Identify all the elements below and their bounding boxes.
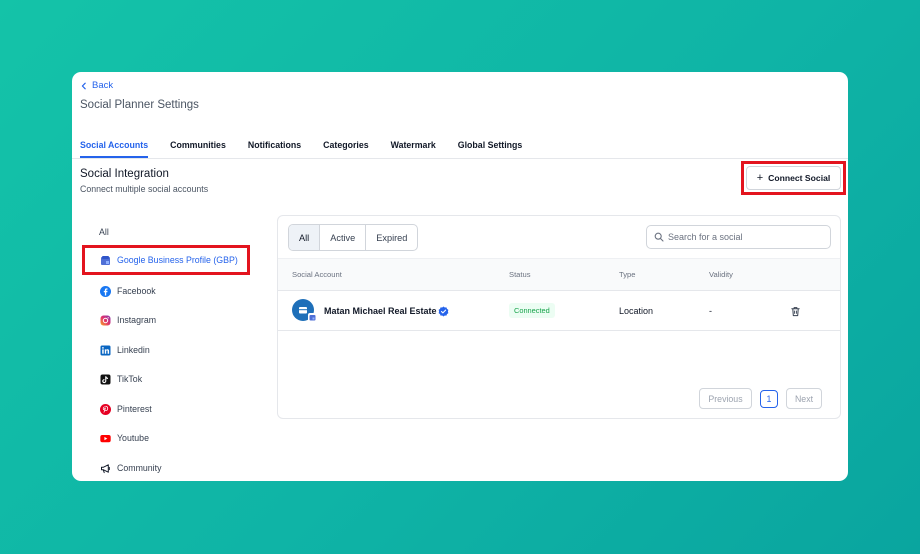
plus-icon: + — [756, 171, 764, 184]
account-validity: - — [709, 306, 712, 316]
page-title: Social Planner Settings — [80, 99, 199, 111]
account-type: Location — [619, 306, 654, 316]
filter-expired[interactable]: Expired — [366, 225, 417, 250]
tabs-divider — [72, 158, 848, 159]
sidebar-item-label: Linkedin — [117, 345, 150, 355]
trash-icon[interactable] — [790, 304, 801, 322]
search-icon — [654, 232, 664, 242]
megaphone-icon — [100, 463, 111, 474]
search-box — [646, 225, 831, 249]
settings-tabs: Social Accounts Communities Notification… — [80, 140, 544, 158]
connect-social-label: Connect Social — [768, 173, 831, 183]
sidebar-item-youtube[interactable]: Youtube — [100, 428, 149, 448]
accounts-panel: All Active Expired Social Account Status… — [277, 215, 841, 419]
table-row: Matan Michael Real Estate Connected Loca… — [278, 291, 840, 331]
col-type: Type — [619, 270, 636, 279]
tab-communities[interactable]: Communities — [170, 140, 226, 158]
sidebar-item-all[interactable]: All — [99, 222, 109, 242]
sidebar-item-pinterest[interactable]: Pinterest — [100, 399, 152, 419]
col-social-account: Social Account — [292, 270, 342, 279]
search-input[interactable] — [668, 232, 828, 242]
pinterest-icon — [100, 403, 111, 415]
section-title: Social Integration — [80, 168, 169, 180]
col-validity: Validity — [709, 270, 733, 279]
back-link[interactable]: Back — [80, 80, 113, 91]
facebook-icon — [100, 285, 111, 297]
tab-social-accounts[interactable]: Social Accounts — [80, 140, 149, 158]
col-status: Status — [509, 270, 531, 279]
chevron-left-icon — [81, 82, 86, 89]
account-name: Matan Michael Real Estate — [324, 306, 437, 316]
gbp-highlight: Google Business Profile (GBP) — [82, 245, 250, 275]
status-filter: All Active Expired — [288, 224, 419, 251]
tab-watermark[interactable]: Watermark — [391, 140, 436, 158]
connect-social-button[interactable]: + Connect Social — [746, 166, 841, 190]
connect-social-highlight: + Connect Social — [741, 161, 846, 195]
sidebar-item-facebook[interactable]: Facebook — [100, 281, 156, 301]
tab-global-settings[interactable]: Global Settings — [458, 140, 523, 158]
sidebar-item-label: TikTok — [117, 374, 143, 384]
gbp-badge-icon — [308, 313, 317, 322]
sidebar-item-community[interactable]: Community — [100, 458, 161, 478]
sidebar-item-tiktok[interactable]: TikTok — [100, 369, 142, 389]
page-number-button[interactable]: 1 — [760, 390, 778, 408]
section-subtitle: Connect multiple social accounts — [80, 184, 209, 194]
table-header: Social Account Status Type Validity — [278, 258, 840, 291]
filter-active[interactable]: Active — [320, 225, 367, 250]
tiktok-icon — [100, 374, 111, 385]
filter-all[interactable]: All — [289, 225, 321, 250]
tab-notifications[interactable]: Notifications — [248, 140, 301, 158]
back-label: Back — [92, 80, 114, 91]
verified-icon — [438, 304, 449, 322]
sidebar-item-label: Community — [117, 463, 162, 473]
linkedin-icon — [100, 345, 111, 356]
youtube-icon — [100, 433, 111, 444]
tab-categories[interactable]: Categories — [323, 140, 368, 158]
next-button[interactable]: Next — [786, 388, 822, 409]
sidebar-item-label: Facebook — [117, 286, 156, 296]
sidebar-item-instagram[interactable]: Instagram — [100, 310, 156, 330]
status-badge: Connected — [509, 303, 555, 318]
previous-button[interactable]: Previous — [699, 388, 752, 409]
sidebar-item-gbp[interactable]: Google Business Profile (GBP) — [100, 250, 238, 270]
sidebar-item-linkedin[interactable]: Linkedin — [100, 340, 150, 360]
settings-card: Back Social Planner Settings Social Acco… — [72, 72, 848, 481]
sidebar-item-label: Instagram — [117, 315, 157, 325]
instagram-icon — [100, 315, 111, 326]
sidebar-item-label: All — [99, 227, 109, 237]
sidebar-item-label: Google Business Profile (GBP) — [117, 255, 238, 265]
sidebar-item-label: Youtube — [117, 433, 149, 443]
gbp-icon — [100, 255, 111, 266]
sidebar-item-label: Pinterest — [117, 404, 152, 414]
